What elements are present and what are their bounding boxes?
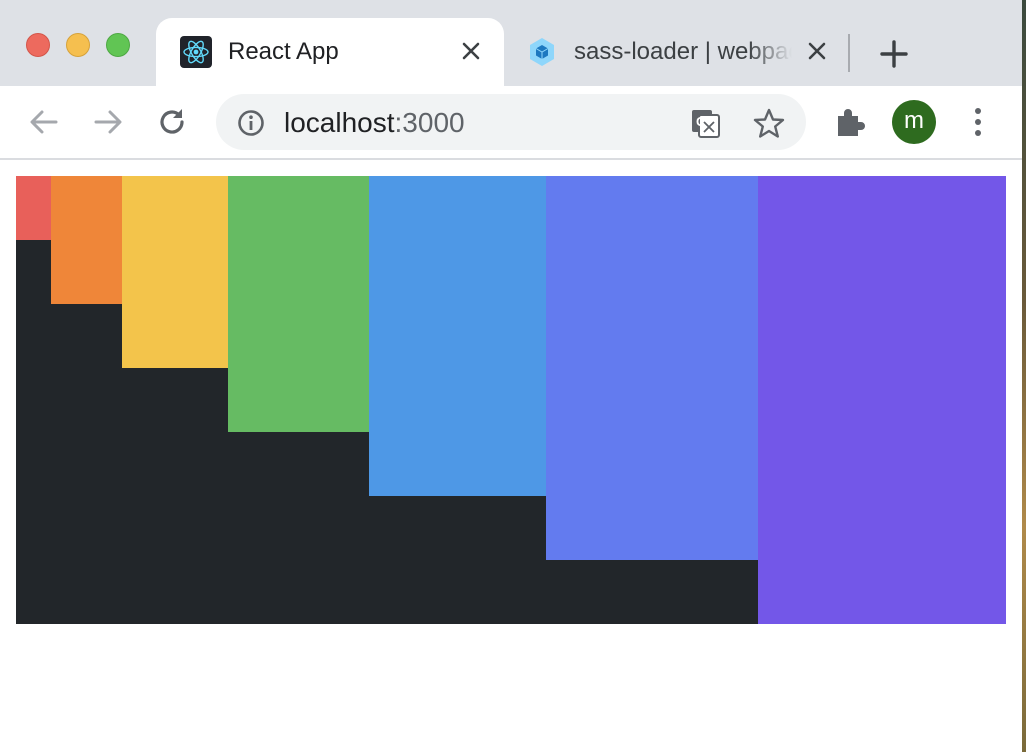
close-tab-icon[interactable] — [802, 36, 832, 66]
color-block-red — [16, 176, 51, 240]
more-menu-icon[interactable] — [962, 104, 994, 140]
webpack-icon — [526, 36, 558, 68]
url-host: localhost — [284, 107, 395, 138]
tab-title: React App — [228, 38, 339, 65]
translate-icon[interactable]: G — [688, 106, 722, 140]
color-block-green — [228, 176, 369, 432]
color-block-violet — [758, 176, 1006, 624]
desktop-edge — [1022, 0, 1026, 752]
reload-icon[interactable] — [154, 104, 190, 140]
window-maximize-button[interactable] — [106, 33, 130, 57]
browser-toolbar: localhost:3000 G m — [0, 86, 1022, 160]
color-block-blue — [369, 176, 546, 496]
extensions-puzzle-icon[interactable] — [830, 102, 870, 142]
close-tab-icon[interactable] — [456, 36, 486, 66]
address-bar[interactable]: localhost:3000 G — [216, 94, 806, 150]
new-tab-icon[interactable] — [876, 36, 912, 72]
tab-separator — [848, 34, 850, 72]
forward-arrow-icon[interactable] — [90, 104, 126, 140]
tab-strip: React App sass-loader | webpack — [0, 0, 1022, 86]
page-viewport — [0, 160, 1022, 752]
profile-avatar[interactable]: m — [892, 100, 936, 144]
app-container — [16, 176, 1006, 624]
site-info-icon[interactable] — [236, 108, 266, 138]
tab-sass-loader[interactable]: sass-loader | webpack — [512, 18, 844, 86]
color-block-orange — [51, 176, 122, 304]
back-arrow-icon[interactable] — [26, 104, 62, 140]
color-block-yellow — [122, 176, 228, 368]
react-icon — [180, 36, 212, 68]
url-text[interactable]: localhost:3000 — [284, 107, 465, 139]
url-port: :3000 — [394, 107, 465, 138]
tab-react-app[interactable]: React App — [156, 18, 504, 86]
window-close-button[interactable] — [26, 33, 50, 57]
color-block-indigo — [546, 176, 758, 560]
bookmark-star-icon[interactable] — [752, 106, 786, 140]
window-minimize-button[interactable] — [66, 33, 90, 57]
tab-title: sass-loader | webpack — [574, 38, 792, 65]
